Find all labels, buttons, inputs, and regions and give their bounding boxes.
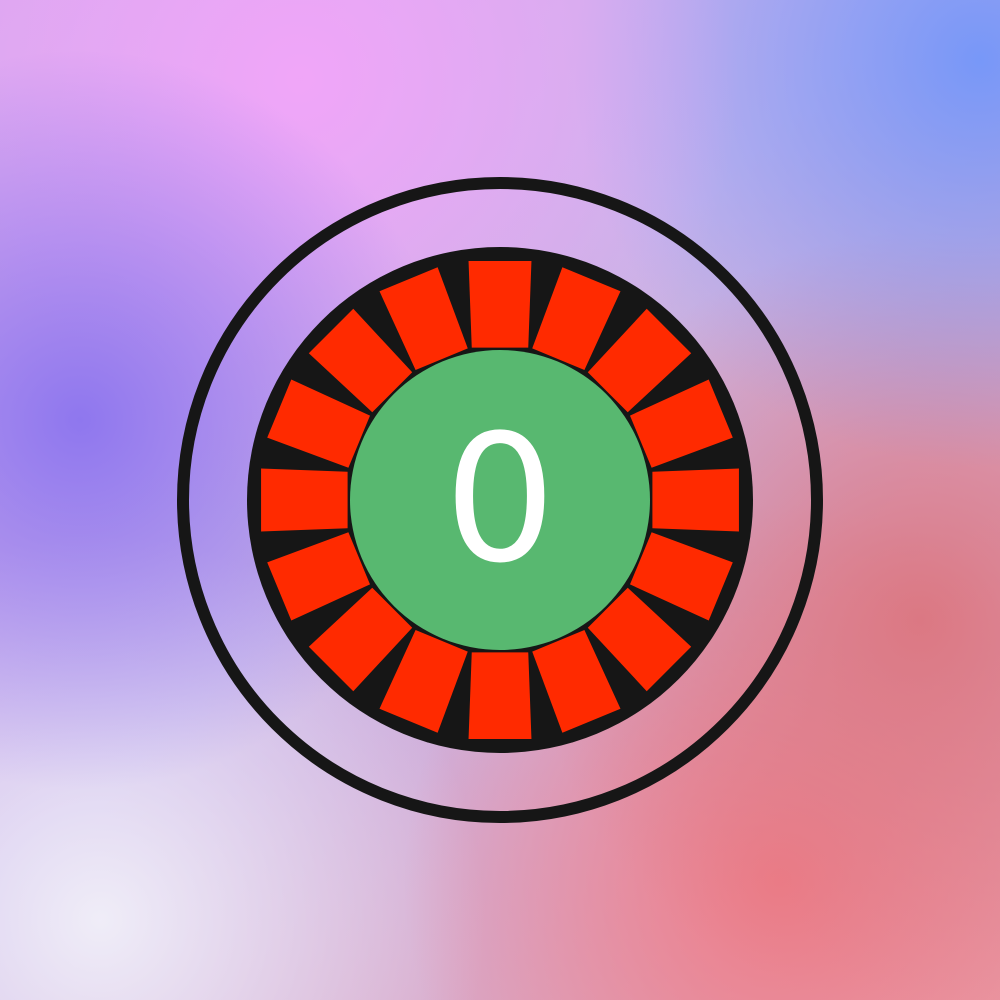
red-pocket	[468, 652, 532, 739]
red-pocket	[261, 468, 348, 532]
green-center	[350, 350, 650, 650]
roulette-wheel-graphic	[177, 177, 823, 823]
roulette-wheel: 0	[176, 176, 824, 824]
red-pocket	[652, 468, 739, 532]
red-pocket	[468, 261, 532, 348]
